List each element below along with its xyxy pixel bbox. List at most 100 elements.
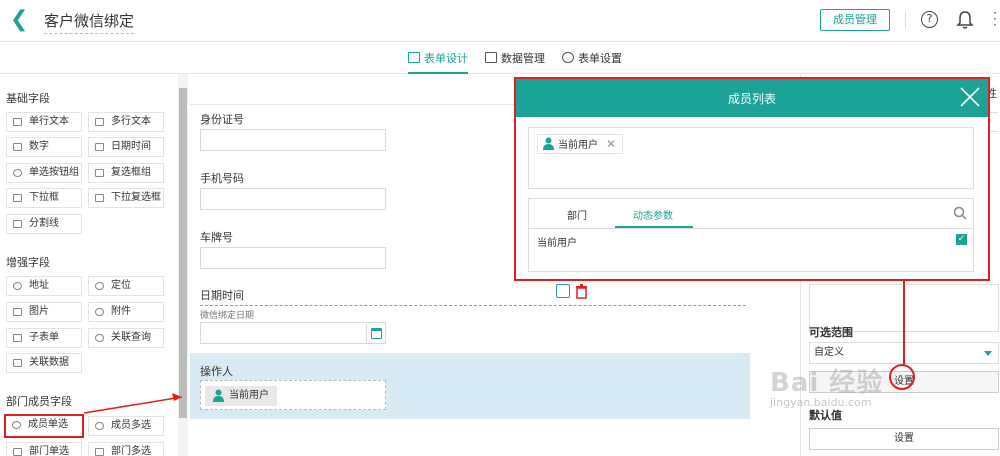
plate-label: 车牌号: [200, 231, 233, 244]
org-icon: [13, 448, 22, 456]
table-icon: [485, 52, 497, 63]
default-value-title: 默认值: [809, 409, 842, 422]
back-chevron-icon[interactable]: ❮: [10, 9, 30, 33]
selected-member-chip[interactable]: 当前用户 ✕: [537, 134, 624, 154]
person-icon: [12, 421, 21, 429]
form-design-icon: [408, 52, 420, 63]
section-dashed-divider: [200, 305, 746, 306]
watermark-logo: Bai 经验: [770, 368, 884, 398]
field-address[interactable]: 地址: [6, 276, 82, 296]
member-management-button[interactable]: 成员管理: [820, 9, 890, 31]
field-member-single[interactable]: 成员单选: [4, 414, 84, 438]
search-icon[interactable]: [953, 206, 967, 220]
remove-chip-icon[interactable]: ✕: [606, 135, 616, 153]
selectable-range-title: 可选范围: [809, 326, 853, 339]
divider-icon: [13, 220, 22, 228]
operator-label: 操作人: [200, 365, 233, 378]
calendar-icon: [95, 143, 104, 151]
org-multi-icon: [95, 448, 104, 456]
selected-members-area[interactable]: 当前用户 ✕: [528, 127, 974, 189]
attachment-icon: [95, 308, 104, 316]
dialog-header: 成员列表: [516, 79, 988, 117]
field-single-line-text[interactable]: 单行文本: [6, 112, 82, 132]
field-radio-group[interactable]: 单选按钮组: [6, 163, 82, 183]
member-list-dialog: 成员列表 当前用户 ✕ 部门 动态参数 当前用户 ✓: [514, 77, 990, 281]
app-header: ❮ 客户微信绑定 成员管理 ? · · ·: [0, 0, 1000, 42]
member-picker: 部门 动态参数 当前用户 ✓: [528, 198, 974, 272]
dept-member-fields-title: 部门成员字段: [6, 395, 72, 408]
calendar-icon[interactable]: [366, 324, 386, 344]
datetime-label: 日期时间: [200, 289, 244, 302]
field-linked-data[interactable]: 关联数据: [6, 353, 82, 373]
annotation-circle: [889, 364, 915, 390]
tab-form-settings[interactable]: 表单设置: [562, 50, 622, 74]
field-multi-line-text[interactable]: 多行文本: [88, 112, 164, 132]
tab-form-design[interactable]: 表单设计: [408, 50, 468, 74]
map-pin-icon: [13, 282, 22, 290]
header-divider: [905, 11, 906, 29]
delete-trash-icon[interactable]: [575, 283, 588, 299]
field-location[interactable]: 定位: [88, 276, 164, 296]
locate-icon: [95, 282, 104, 290]
operator-value-box[interactable]: 当前用户: [200, 380, 386, 410]
field-member-multi[interactable]: 成员多选: [88, 416, 164, 436]
image-icon: [13, 308, 22, 316]
option-current-user[interactable]: 当前用户: [537, 234, 577, 249]
field-dropdown-multi[interactable]: 下拉复选框: [88, 188, 164, 208]
current-user-chip: 当前用户: [205, 386, 277, 406]
field-palette: 基础字段 单行文本 多行文本 数字 日期时间 单选按钮组 复选框组 下拉框 下拉…: [0, 74, 176, 456]
person-icon: [213, 389, 224, 402]
tab-data-management[interactable]: 数据管理: [485, 50, 545, 74]
dialog-title: 成员列表: [727, 92, 776, 106]
tab-dynamic-params[interactable]: 动态参数: [633, 207, 673, 222]
default-settings-button[interactable]: 设置: [809, 428, 999, 450]
field-dept-single[interactable]: 部门单选: [6, 442, 82, 456]
field-dropdown[interactable]: 下拉框: [6, 188, 82, 208]
field-linked-query[interactable]: 关联查询: [88, 328, 164, 348]
plate-input[interactable]: [200, 247, 386, 269]
caret-down-icon: [984, 351, 992, 356]
field-divider[interactable]: 分割线: [6, 214, 82, 234]
radio-icon: [13, 169, 22, 177]
phone-input[interactable]: [200, 188, 386, 210]
duplicate-field-icon[interactable]: [556, 284, 570, 298]
checkbox-checked-icon[interactable]: ✓: [956, 234, 967, 245]
number-icon: [13, 143, 22, 151]
text-field-icon: [13, 118, 22, 126]
link-data-icon: [13, 359, 22, 367]
gear-icon: [562, 52, 574, 63]
people-icon: [95, 422, 104, 430]
subform-icon: [13, 334, 22, 342]
bind-date-label: 微信绑定日期: [200, 311, 255, 321]
id-number-label: 身份证号: [200, 113, 244, 126]
more-vertical-icon[interactable]: · · ·: [993, 7, 997, 31]
tab-divider: [529, 228, 973, 229]
close-icon[interactable]: [958, 85, 982, 109]
field-image[interactable]: 图片: [6, 302, 82, 322]
id-number-input[interactable]: [200, 129, 386, 151]
enhanced-fields-title: 增强字段: [6, 256, 50, 269]
annotation-connector: [903, 281, 905, 365]
checkbox-icon: [95, 169, 104, 177]
dropdown-icon: [13, 194, 22, 202]
bell-icon[interactable]: [956, 10, 974, 30]
watermark-url: jingyan.baidu.com: [770, 396, 872, 409]
link-query-icon: [95, 334, 104, 342]
designer-tabs: 表单设计 数据管理 表单设置: [0, 42, 1000, 74]
field-subform[interactable]: 子表单: [6, 328, 82, 348]
textarea-icon: [95, 118, 104, 126]
bind-date-input[interactable]: [200, 322, 386, 344]
dropdown-multi-icon: [95, 194, 104, 202]
field-datetime[interactable]: 日期时间: [88, 137, 164, 157]
operator-field-selected[interactable]: 操作人 当前用户: [190, 353, 750, 419]
field-dept-multi[interactable]: 部门多选: [88, 442, 164, 456]
form-title[interactable]: 客户微信绑定: [44, 10, 135, 34]
field-number[interactable]: 数字: [6, 137, 82, 157]
field-checkbox-group[interactable]: 复选框组: [88, 163, 164, 183]
person-icon: [543, 137, 554, 150]
tab-department[interactable]: 部门: [567, 207, 587, 222]
palette-scrollbar[interactable]: [178, 74, 188, 456]
field-attachment[interactable]: 附件: [88, 302, 164, 322]
help-circle-icon[interactable]: ?: [921, 11, 938, 28]
scrollbar-thumb[interactable]: [179, 88, 187, 418]
